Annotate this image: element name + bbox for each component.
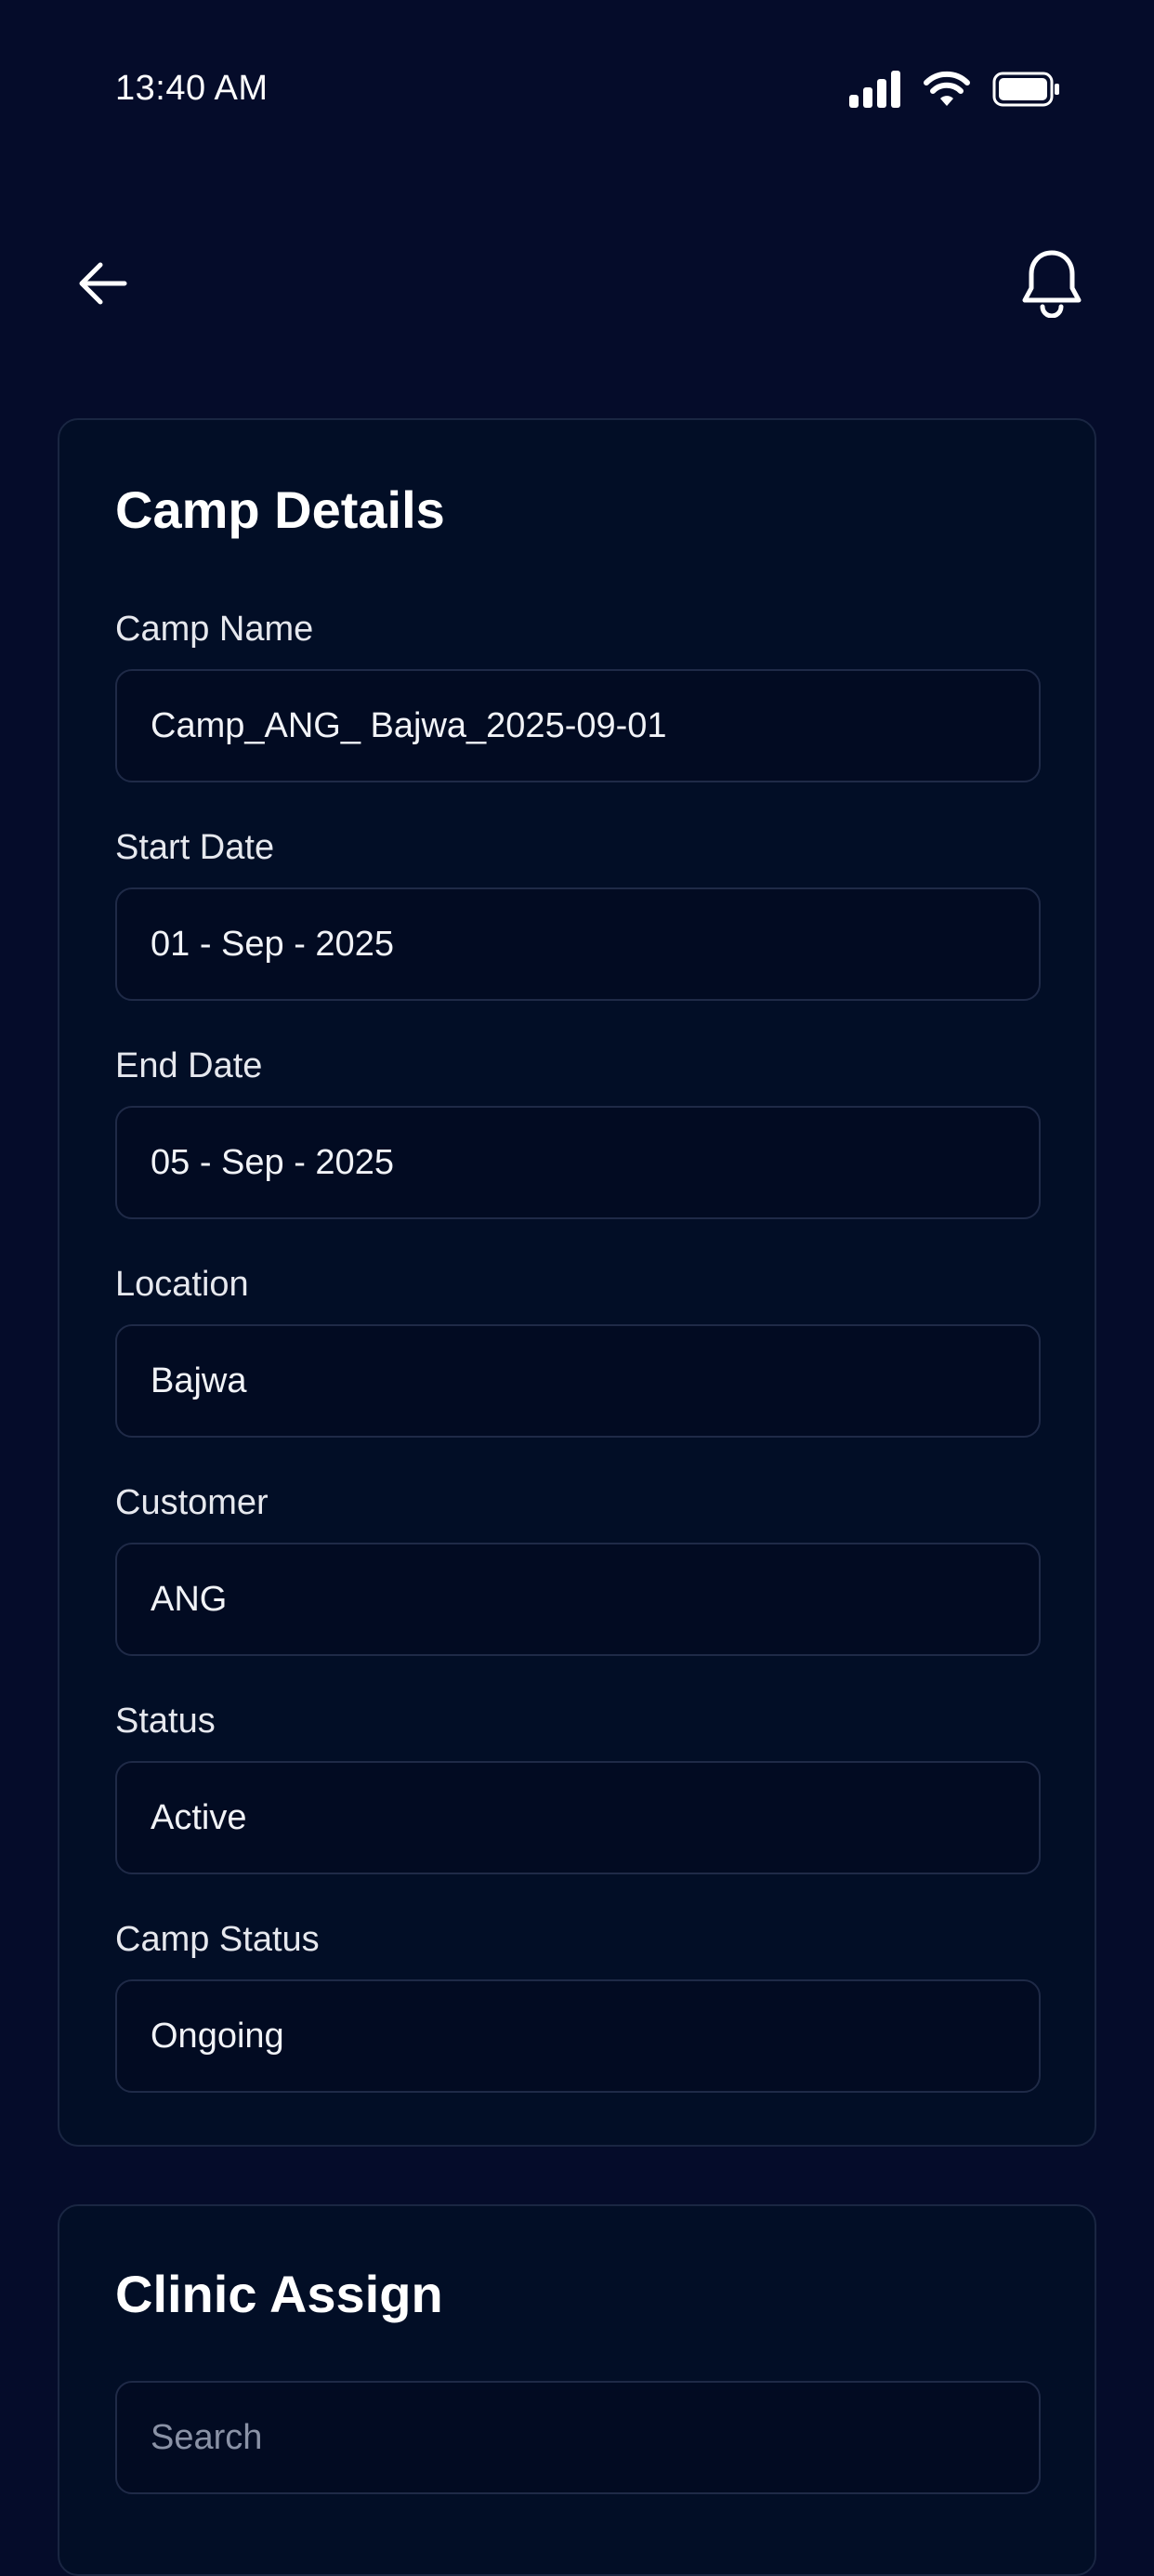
end-date-label: End Date [115, 1046, 263, 1085]
bell-icon [1022, 250, 1082, 318]
location-label: Location [115, 1265, 249, 1304]
clinic-assign-card: Clinic Assign [58, 2204, 1096, 2576]
camp-status-label: Camp Status [115, 1920, 320, 1959]
location-field[interactable]: Bajwa [115, 1324, 1041, 1438]
top-bar [0, 232, 1154, 335]
status-time: 13:40 AM [115, 69, 269, 108]
status-icons [849, 71, 1061, 108]
camp-status-field[interactable]: Ongoing [115, 1979, 1041, 2093]
clinic-assign-title: Clinic Assign [115, 2265, 443, 2323]
notification-button[interactable] [1015, 242, 1089, 325]
signal-icon [849, 71, 900, 108]
status-bar: 13:40 AM [0, 0, 1154, 186]
camp-details-title: Camp Details [115, 480, 445, 539]
end-date-field[interactable]: 05 - Sep - 2025 [115, 1106, 1041, 1219]
wifi-icon [924, 71, 970, 106]
back-button[interactable] [65, 251, 139, 316]
start-date-field[interactable]: 01 - Sep - 2025 [115, 887, 1041, 1001]
battery-icon [992, 72, 1059, 107]
status-label: Status [115, 1702, 216, 1741]
arrow-left-icon [79, 262, 127, 305]
customer-label: Customer [115, 1483, 269, 1522]
status-field[interactable]: Active [115, 1761, 1041, 1874]
camp-details-card: Camp Details Camp Name Camp_ANG_ Bajwa_2… [58, 418, 1096, 2147]
clinic-search-input[interactable] [115, 2381, 1041, 2494]
start-date-label: Start Date [115, 828, 275, 867]
camp-name-label: Camp Name [115, 610, 314, 649]
customer-field[interactable]: ANG [115, 1543, 1041, 1656]
camp-name-field[interactable]: Camp_ANG_ Bajwa_2025-09-01 [115, 669, 1041, 782]
